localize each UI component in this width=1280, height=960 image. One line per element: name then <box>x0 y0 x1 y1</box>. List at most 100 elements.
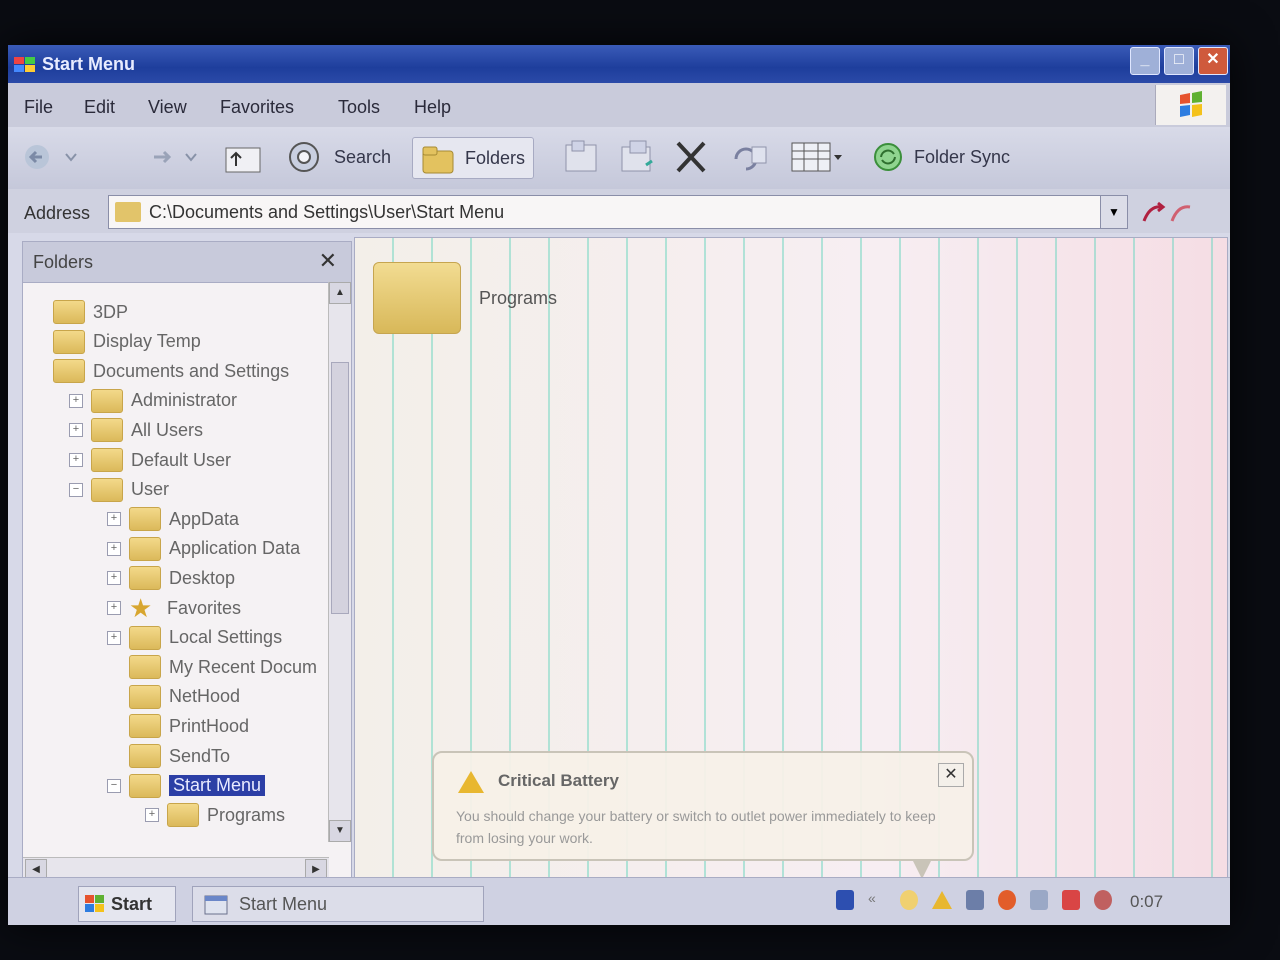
collapse-minus-icon[interactable]: − <box>107 778 121 793</box>
folder-icon <box>129 655 161 680</box>
move-to-icon <box>565 140 597 172</box>
tree-item[interactable]: + Application Data <box>107 535 300 563</box>
tree-item[interactable]: Display Temp <box>31 328 201 356</box>
up-folder-icon <box>225 147 261 173</box>
star-icon: ★ <box>129 593 153 623</box>
expand-plus-icon[interactable]: + <box>107 512 121 527</box>
close-button[interactable]: ✕ <box>1198 47 1228 75</box>
collapse-minus-icon[interactable]: − <box>69 482 83 497</box>
undo-button[interactable] <box>726 137 770 177</box>
tree-item[interactable]: Documents and Settings <box>31 357 289 385</box>
folders-pane-close-icon[interactable]: ✕ <box>319 248 337 274</box>
address-dropdown-arrow-icon[interactable]: ▼ <box>1100 196 1127 228</box>
menu-file[interactable]: File <box>24 97 53 118</box>
address-input[interactable]: C:\Documents and Settings\User\Start Men… <box>108 195 1128 229</box>
tree-item[interactable]: My Recent Docum <box>107 653 317 681</box>
copy-to-button[interactable] <box>618 137 658 177</box>
folder-icon <box>129 566 161 591</box>
copy-to-icon <box>621 140 653 172</box>
folders-pane: Folders ✕ 3DP Display Temp Documents and S… <box>22 241 352 883</box>
tree-item[interactable]: − User <box>69 476 169 504</box>
tree-item[interactable]: + All Users <box>69 416 203 444</box>
expand-plus-icon[interactable]: + <box>107 571 121 586</box>
folders-label: Folders <box>465 147 526 168</box>
explorer-icon <box>14 57 35 72</box>
go-button[interactable] <box>1138 197 1198 227</box>
tree-item[interactable]: + Desktop <box>107 564 235 592</box>
views-button[interactable] <box>788 137 844 177</box>
tree-item[interactable]: 3DP <box>31 298 128 326</box>
tree-item[interactable]: + AppData <box>107 505 239 533</box>
folder-icon <box>129 744 161 768</box>
tray-link-icon[interactable] <box>1030 890 1048 910</box>
tray-expand-icon[interactable]: « <box>868 890 886 910</box>
tree-item[interactable]: + Local Settings <box>107 624 282 652</box>
tree-item[interactable]: PrintHood <box>107 712 249 740</box>
taskbar-item-label: Start Menu <box>239 893 328 914</box>
tree-item[interactable]: NetHood <box>107 683 240 711</box>
taskbar-item-start-menu[interactable]: Start Menu <box>192 886 484 922</box>
volume-icon[interactable] <box>1094 890 1112 910</box>
expand-plus-icon[interactable]: + <box>107 541 121 556</box>
expand-plus-icon[interactable]: + <box>69 393 83 408</box>
menu-help[interactable]: Help <box>414 97 451 118</box>
balloon-close-button[interactable]: ✕ <box>938 763 964 787</box>
programs-folder-item[interactable]: Programs <box>373 262 557 334</box>
menu-bar: File Edit View Favorites Tools Help <box>8 83 1230 127</box>
folder-icon <box>129 625 161 650</box>
tree-item[interactable]: − Start Menu <box>107 772 266 800</box>
tree-item[interactable]: + Programs <box>145 801 285 829</box>
maximize-button[interactable]: □ <box>1164 47 1194 75</box>
menu-edit[interactable]: Edit <box>84 97 115 118</box>
tree-item-label: Documents and Settings <box>93 360 290 381</box>
expand-plus-icon[interactable]: + <box>69 453 83 467</box>
menu-tools[interactable]: Tools <box>338 97 380 118</box>
folder-sync-icon <box>874 143 902 171</box>
critical-battery-balloon[interactable]: Critical Battery You should change your … <box>432 751 974 879</box>
menu-favorites[interactable]: Favorites <box>220 97 294 118</box>
folder-icon <box>53 300 85 324</box>
forward-button[interactable] <box>148 137 204 177</box>
tree-item-label: PrintHood <box>169 715 250 736</box>
minimize-button[interactable]: _ <box>1130 47 1160 75</box>
folder-icon <box>53 359 85 384</box>
network-icon[interactable] <box>966 890 984 910</box>
expand-plus-icon[interactable]: + <box>145 808 159 823</box>
search-button[interactable]: Search <box>286 137 391 177</box>
item-label: Programs <box>479 287 558 308</box>
undo-icon <box>734 146 767 171</box>
scrollbar-thumb[interactable] <box>331 362 349 614</box>
expand-plus-icon[interactable]: + <box>69 423 83 438</box>
back-button[interactable] <box>22 137 82 177</box>
tree-item[interactable]: + ★ Favorites <box>107 594 241 622</box>
move-to-button[interactable] <box>562 137 602 177</box>
clock[interactable]: 0:07 <box>1130 892 1163 912</box>
battery-warning-icon[interactable] <box>932 891 952 909</box>
title-bar[interactable]: Start Menu _ □ ✕ <box>8 45 1230 83</box>
search-icon <box>289 142 319 172</box>
keyboard-icon[interactable] <box>836 890 854 910</box>
tray-orange-icon[interactable] <box>998 890 1016 910</box>
tree-item-label: Desktop <box>169 567 236 588</box>
folders-toggle-button[interactable]: Folders <box>412 137 535 179</box>
folders-icon <box>422 146 454 174</box>
up-folder-button[interactable] <box>222 137 264 177</box>
folder-icon <box>129 536 161 561</box>
expand-plus-icon[interactable]: + <box>107 630 121 645</box>
delete-button[interactable] <box>672 137 710 177</box>
tray-sun-icon[interactable] <box>900 890 918 910</box>
tree-item[interactable]: SendTo <box>107 742 230 770</box>
tray-disconnected-icon[interactable] <box>1062 890 1080 910</box>
tree-item-label: All Users <box>131 419 204 440</box>
address-label: Address <box>24 203 91 223</box>
scroll-down-arrow-icon[interactable]: ▼ <box>329 820 351 842</box>
menu-view[interactable]: View <box>148 97 187 118</box>
folder-sync-button[interactable]: Folder Sync <box>870 137 1010 177</box>
tree-item[interactable]: + Default User <box>69 446 231 474</box>
tree-item[interactable]: + Administrator <box>69 387 237 415</box>
scroll-up-arrow-icon[interactable]: ▲ <box>329 282 351 304</box>
explorer-window-icon <box>204 895 228 915</box>
folder-tree-vertical-scrollbar[interactable]: ▲ ▼ <box>328 282 351 842</box>
expand-plus-icon[interactable]: + <box>107 601 121 615</box>
start-button[interactable]: Start <box>78 886 176 922</box>
